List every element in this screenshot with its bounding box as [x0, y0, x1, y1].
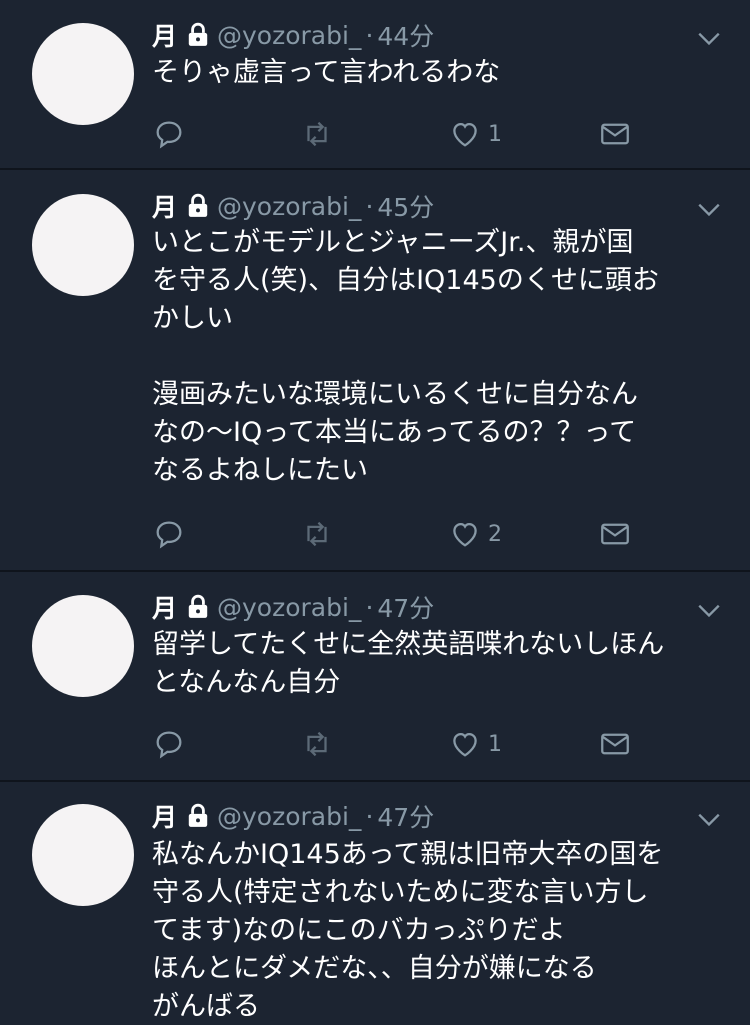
reply-button[interactable]: [152, 116, 186, 152]
reply-icon: [156, 121, 182, 149]
avatar[interactable]: [32, 804, 134, 906]
display-name[interactable]: 月: [152, 188, 177, 224]
tweet[interactable]: 月 @yozorabi_ · 47分 私なんかIQ145あって親は旧帝大卒の国を…: [0, 782, 750, 1025]
user-handle[interactable]: @yozorabi_: [217, 21, 361, 50]
display-name[interactable]: 月: [152, 17, 177, 53]
like-count: 1: [488, 731, 502, 757]
tweet-header: 月 @yozorabi_ · 45分: [152, 188, 434, 224]
chevron-down-icon[interactable]: [696, 196, 722, 222]
tweet-text: 私なんかIQ145あって親は旧帝大卒の国を 守る人(特定されないために変な言い方…: [152, 839, 664, 1022]
retweet-button[interactable]: [300, 726, 334, 762]
reply-icon: [156, 521, 182, 549]
heart-icon: [453, 732, 477, 757]
tweet-text: いとこがモデルとジャニーズJr.、親が国 を守る人(笑)、自分はIQ145のくせ…: [152, 227, 659, 486]
avatar[interactable]: [32, 194, 134, 296]
chevron-down-icon[interactable]: [696, 597, 722, 623]
reply-button[interactable]: [152, 516, 186, 552]
reply-button[interactable]: [152, 726, 186, 762]
lock-icon: [188, 803, 208, 827]
direct-message-button[interactable]: [598, 116, 632, 152]
direct-message-icon: [601, 523, 629, 545]
tweet-actions: 1: [152, 116, 642, 152]
tweet-actions: 2: [152, 516, 642, 552]
separator-dot: ·: [365, 20, 374, 50]
like-count: 1: [488, 121, 502, 147]
tweet[interactable]: 月 @yozorabi_ · 44分 そりゃ虚言って言われるわな 1: [0, 0, 750, 168]
timestamp[interactable]: 45分: [377, 188, 434, 224]
avatar[interactable]: [32, 23, 134, 125]
lock-icon: [188, 594, 208, 618]
user-handle[interactable]: @yozorabi_: [217, 192, 361, 221]
separator-dot: ·: [365, 801, 374, 831]
timestamp[interactable]: 44分: [377, 17, 434, 53]
heart-icon: [453, 122, 477, 147]
user-handle[interactable]: @yozorabi_: [217, 802, 361, 831]
tweet-header: 月 @yozorabi_ · 44分: [152, 17, 434, 53]
tweet[interactable]: 月 @yozorabi_ · 45分 いとこがモデルとジャニーズJr.、親が国 …: [0, 170, 750, 570]
display-name[interactable]: 月: [152, 589, 177, 625]
lock-icon: [188, 193, 208, 217]
retweet-button[interactable]: [300, 116, 334, 152]
separator-dot: ·: [365, 592, 374, 622]
timeline: 月 @yozorabi_ · 44分 そりゃ虚言って言われるわな 1 月 @yo…: [0, 0, 750, 1025]
like-button[interactable]: 1: [448, 116, 502, 152]
retweet-icon: [307, 121, 327, 147]
chevron-down-icon[interactable]: [696, 806, 722, 832]
tweet-actions: 1: [152, 726, 642, 762]
reply-icon: [156, 731, 182, 759]
tweet-text: そりゃ虚言って言われるわな: [152, 57, 501, 88]
user-handle[interactable]: @yozorabi_: [217, 593, 361, 622]
direct-message-button[interactable]: [598, 726, 632, 762]
separator-dot: ·: [365, 191, 374, 221]
direct-message-button[interactable]: [598, 516, 632, 552]
like-button[interactable]: 1: [448, 726, 502, 762]
direct-message-icon: [601, 123, 629, 145]
tweet-header: 月 @yozorabi_ · 47分: [152, 798, 434, 834]
display-name[interactable]: 月: [152, 798, 177, 834]
tweet-text: 留学してたくせに全然英語喋れないしほん となんなん自分: [152, 629, 665, 698]
timestamp[interactable]: 47分: [377, 798, 434, 834]
direct-message-icon: [601, 733, 629, 755]
avatar[interactable]: [32, 595, 134, 697]
heart-icon: [453, 522, 477, 547]
tweet[interactable]: 月 @yozorabi_ · 47分 留学してたくせに全然英語喋れないしほん と…: [0, 572, 750, 780]
timestamp[interactable]: 47分: [377, 589, 434, 625]
like-count: 2: [488, 521, 502, 547]
tweet-header: 月 @yozorabi_ · 47分: [152, 589, 434, 625]
retweet-button[interactable]: [300, 516, 334, 552]
like-button[interactable]: 2: [448, 516, 502, 552]
lock-icon: [188, 22, 208, 46]
retweet-icon: [307, 521, 327, 547]
chevron-down-icon[interactable]: [696, 25, 722, 51]
retweet-icon: [307, 731, 327, 757]
